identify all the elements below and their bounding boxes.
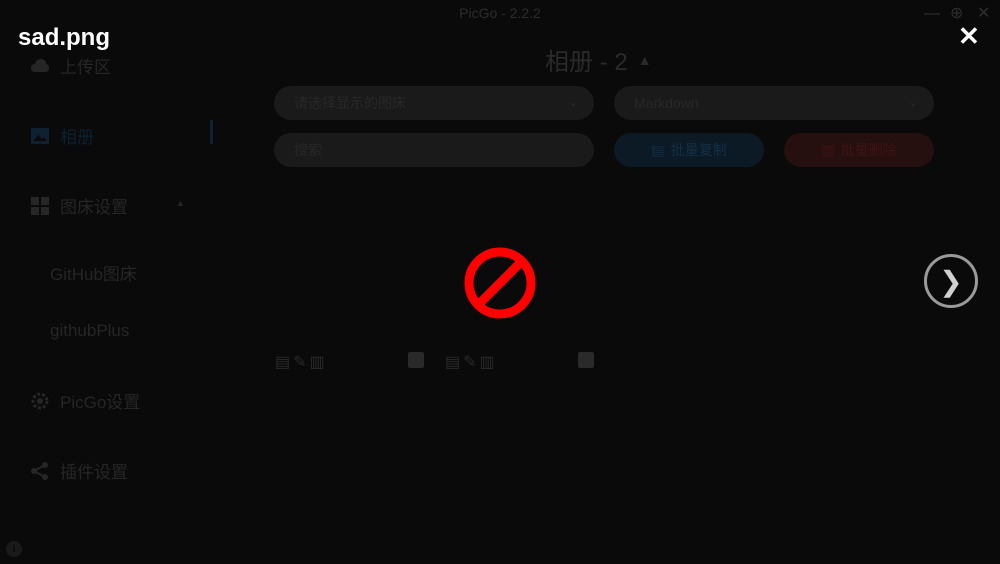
- sidebar-item-picbed-settings[interactable]: 图床设置: [30, 193, 128, 218]
- picbed-filter-placeholder: 请选择显示的图床: [294, 95, 406, 111]
- sidebar-item-picgo-settings[interactable]: PicGo设置: [30, 388, 140, 413]
- paste-format-value: Markdown: [634, 95, 699, 111]
- submenu-caret-icon[interactable]: ▲: [176, 198, 185, 208]
- share-icon: [31, 461, 48, 480]
- copy-link-icon[interactable]: ▤: [445, 352, 460, 372]
- gear-icon: [31, 392, 49, 409]
- document-icon: ▤: [651, 141, 665, 158]
- copy-link-icon[interactable]: ▤: [275, 352, 290, 372]
- grid-icon: [31, 196, 49, 215]
- batch-delete-label: 批量删除: [840, 142, 897, 158]
- sidebar: 上传区 相册 图床设置 ▲ GitHub图床 githubPlus PicGo设…: [0, 0, 220, 564]
- minimize-button[interactable]: —: [924, 6, 940, 22]
- edit-icon[interactable]: ✎: [293, 352, 306, 372]
- picgo-app: PicGo - 2.2.2 — ⊕ ✕ 上传区 相册 图床设置 ▲ GitHub…: [0, 0, 1000, 564]
- preview-close-button[interactable]: ✕: [958, 22, 980, 50]
- preview-filename: sad.png: [18, 24, 111, 51]
- sidebar-item-upload[interactable]: 上传区: [30, 53, 111, 78]
- gallery-title: 相册 - 2 ▲: [545, 42, 652, 77]
- sidebar-item-label: 图床设置: [60, 198, 128, 217]
- sidebar-item-label: 插件设置: [60, 463, 128, 482]
- chevron-down-icon: ⌄: [907, 95, 918, 109]
- edit-icon[interactable]: ✎: [463, 352, 476, 372]
- image-icon: [31, 127, 49, 144]
- trash-icon: ▥: [821, 141, 835, 158]
- card-toolbar: ▤ ✎ ▥: [275, 352, 325, 372]
- preview-next-button[interactable]: ❯: [924, 254, 978, 308]
- sidebar-item-github[interactable]: GitHub图床: [50, 260, 137, 285]
- card-toolbar: ▤ ✎ ▥: [445, 352, 495, 372]
- sidebar-item-githubplus[interactable]: githubPlus: [50, 321, 129, 341]
- broken-image-icon: [464, 247, 536, 319]
- paste-format-select[interactable]: Markdown ⌄: [614, 86, 934, 120]
- batch-copy-label: 批量复制: [670, 142, 727, 158]
- batch-delete-button[interactable]: ▥ 批量删除: [784, 133, 934, 167]
- search-input[interactable]: 搜索: [274, 133, 594, 167]
- sidebar-item-label: PicGo设置: [60, 393, 141, 412]
- card-select-checkbox[interactable]: [408, 352, 424, 368]
- picbed-filter-select[interactable]: 请选择显示的图床 ⌄: [274, 86, 594, 120]
- active-indicator: [210, 120, 213, 144]
- sidebar-item-plugin-settings[interactable]: 插件设置: [30, 458, 128, 483]
- window-close-button[interactable]: ✕: [977, 6, 990, 22]
- gallery-title-text: 相册 - 2: [545, 49, 628, 76]
- sidebar-item-label: 上传区: [60, 58, 111, 77]
- batch-copy-button[interactable]: ▤ 批量复制: [614, 133, 764, 167]
- search-placeholder: 搜索: [294, 142, 322, 158]
- delete-icon[interactable]: ▥: [480, 352, 495, 372]
- maximize-button[interactable]: ⊕: [950, 6, 963, 22]
- chevron-down-icon: ⌄: [567, 95, 578, 109]
- collapse-caret-icon[interactable]: ▲: [638, 52, 652, 68]
- sidebar-item-gallery[interactable]: 相册: [30, 123, 94, 148]
- delete-icon[interactable]: ▥: [310, 352, 325, 372]
- chevron-right-icon: ❯: [939, 265, 963, 297]
- card-select-checkbox[interactable]: [578, 352, 594, 368]
- info-icon[interactable]: i: [6, 541, 22, 557]
- upload-cloud-icon: [31, 58, 49, 72]
- sidebar-item-label: 相册: [60, 128, 94, 147]
